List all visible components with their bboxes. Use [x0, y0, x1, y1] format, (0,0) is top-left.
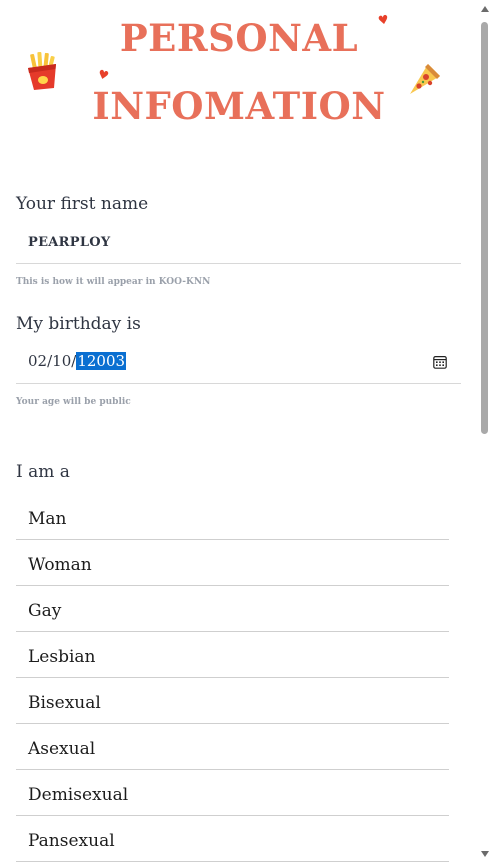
gender-option-pansexual[interactable]: Pansexual — [16, 816, 449, 862]
scroll-up-arrow-icon[interactable] — [481, 6, 489, 12]
gender-label: I am a — [16, 462, 70, 482]
gender-option-label: Bisexual — [28, 693, 101, 713]
gender-option-label: Asexual — [28, 739, 96, 759]
vertical-scrollbar[interactable] — [478, 0, 492, 864]
gender-option-label: Pansexual — [28, 831, 115, 851]
gender-option-label: Woman — [28, 555, 92, 575]
gender-option-label: Demisexual — [28, 785, 129, 805]
birthday-month[interactable]: 10 — [52, 352, 71, 370]
heart-icon: ♥ — [96, 66, 111, 84]
gender-option-demisexual[interactable]: Demisexual — [16, 770, 449, 816]
scroll-down-arrow-icon[interactable] — [481, 851, 489, 857]
scrollbar-thumb[interactable] — [481, 22, 488, 434]
first-name-label: Your first name — [16, 194, 149, 214]
first-name-hint: This is how it will appear in KOO-KNN — [16, 277, 211, 287]
birthday-field[interactable]: 02/10/12003 — [16, 342, 461, 384]
first-name-value: PEARPLOY — [28, 235, 111, 250]
fries-icon — [28, 51, 56, 90]
gender-option-label: Man — [28, 509, 67, 529]
gender-option-woman[interactable]: Woman — [16, 540, 449, 586]
heart-icon: ♥ — [376, 12, 390, 28]
gender-option-label: Gay — [28, 601, 62, 621]
birthday-value: 02/10/12003 — [28, 352, 127, 370]
page-title-line1: PERSONAL — [119, 16, 359, 60]
gender-option-label: Lesbian — [28, 647, 96, 667]
personal-info-page: PERSONAL INFOMATION ♥ ♥ Your first name … — [0, 0, 478, 864]
birthday-year[interactable]: 12003 — [76, 352, 127, 370]
gender-options-list: Man Woman Gay Lesbian Bisexual Asexual D… — [16, 498, 449, 862]
first-name-field[interactable]: PEARPLOY — [16, 222, 461, 264]
pizza-icon — [410, 64, 440, 94]
birthday-day[interactable]: 02 — [28, 352, 47, 370]
calendar-icon[interactable] — [433, 355, 447, 369]
gender-option-lesbian[interactable]: Lesbian — [16, 632, 449, 678]
gender-option-man[interactable]: Man — [16, 498, 449, 540]
birthday-hint: Your age will be public — [16, 397, 131, 407]
gender-option-bisexual[interactable]: Bisexual — [16, 678, 449, 724]
gender-option-gay[interactable]: Gay — [16, 586, 449, 632]
gender-option-asexual[interactable]: Asexual — [16, 724, 449, 770]
birthday-label: My birthday is — [16, 314, 141, 334]
